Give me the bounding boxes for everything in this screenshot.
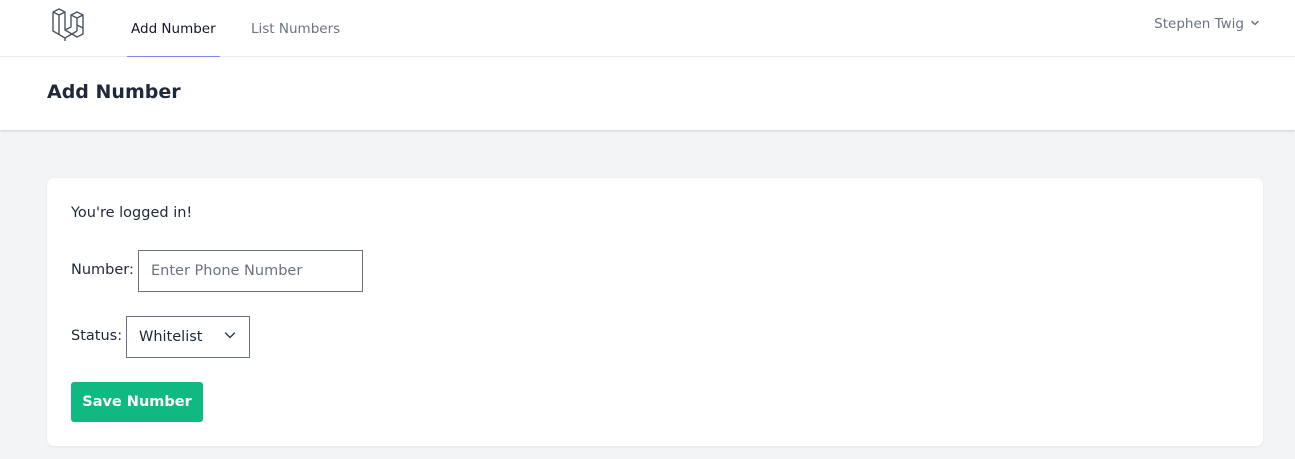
nav-link-add-number[interactable]: Add Number [127,0,220,58]
logged-in-message: You're logged in! [71,205,193,221]
status-label: Status: [71,328,123,344]
phone-number-input[interactable] [138,250,363,292]
save-number-button[interactable]: Save Number [71,382,203,422]
number-label: Number: [71,262,134,278]
page-title: Add Number [47,81,181,103]
chevron-down-icon [223,328,237,346]
user-name: Stephen Twig [1154,15,1244,32]
laravel-logo-icon[interactable] [50,4,88,44]
page-header: Add Number [0,57,1295,130]
status-selected-value: Whitelist [139,329,203,345]
user-menu-dropdown[interactable]: Stephen Twig [1154,0,1260,47]
nav-link-list-numbers[interactable]: List Numbers [251,0,340,57]
top-navigation: Add Number List Numbers Stephen Twig [0,0,1295,58]
add-number-card: You're logged in! Number: Status: Whitel… [47,178,1263,446]
chevron-down-icon [1250,16,1260,32]
status-select[interactable]: Whitelist [126,316,250,358]
